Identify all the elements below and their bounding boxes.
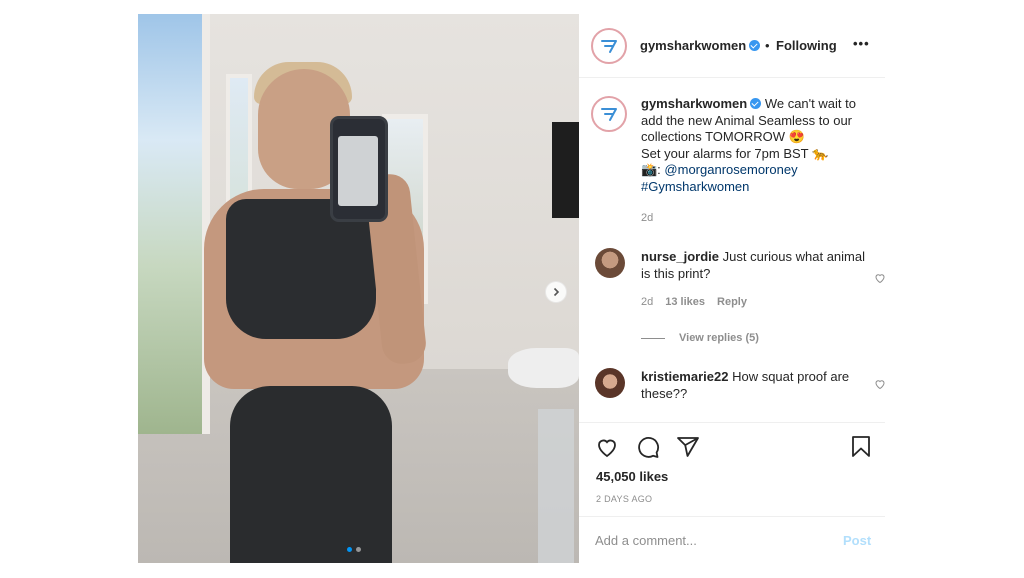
- carousel-dot-active: [347, 547, 352, 552]
- comment-meta: 2d 13 likes Reply: [641, 296, 747, 308]
- carousel-dot: [356, 547, 361, 552]
- caption-credit-prefix: 📸:: [641, 162, 665, 177]
- commenter-avatar[interactable]: [595, 248, 625, 278]
- photo-leggings: [230, 386, 392, 563]
- post-side-panel: gymsharkwomen • Following ••• gymsharkwo…: [579, 14, 885, 563]
- profile-username[interactable]: gymsharkwomen: [640, 38, 761, 53]
- commenter-avatar[interactable]: [595, 368, 625, 398]
- carousel-next-button[interactable]: [545, 281, 567, 303]
- photo-phone-case: [338, 136, 378, 206]
- heart-icon[interactable]: [595, 435, 619, 459]
- gymshark-logo-icon: [601, 40, 617, 53]
- caption-line-2: Set your alarms for 7pm BST 🐆: [641, 145, 829, 161]
- caption-mention-link[interactable]: @morganrosemoroney: [664, 162, 797, 177]
- comment-icon[interactable]: [636, 435, 660, 459]
- view-replies-line: [641, 337, 665, 339]
- following-button[interactable]: Following: [776, 38, 837, 53]
- chevron-right-icon: [553, 287, 560, 297]
- verified-icon: [750, 98, 762, 109]
- comment-text: kristiemarie22 How squat proof are these…: [641, 369, 867, 402]
- reply-button[interactable]: Reply: [717, 296, 747, 308]
- comment-text: nurse_jordie Just curious what animal is…: [641, 249, 867, 282]
- post-comment-button[interactable]: Post: [843, 533, 871, 548]
- gymshark-logo-icon: [601, 108, 617, 121]
- bookmark-icon[interactable]: [849, 435, 873, 459]
- post-header: gymsharkwomen • Following •••: [579, 14, 885, 78]
- heart-icon[interactable]: [874, 272, 886, 284]
- photo-window: [138, 14, 210, 434]
- caption-age[interactable]: 2d: [641, 212, 653, 224]
- post-photo[interactable]: [138, 14, 579, 563]
- verified-icon: [749, 40, 761, 51]
- likes-count[interactable]: 45,050 likes: [596, 469, 668, 484]
- caption-hashtag-link[interactable]: #Gymsharkwomen: [641, 179, 749, 194]
- caption-avatar[interactable]: [591, 96, 627, 132]
- caption-username[interactable]: gymsharkwomen: [641, 96, 747, 111]
- more-options-button[interactable]: •••: [853, 36, 870, 51]
- view-replies-button[interactable]: View replies (5): [641, 332, 759, 344]
- profile-avatar[interactable]: [591, 28, 627, 64]
- comment-username[interactable]: kristiemarie22: [641, 369, 728, 384]
- comment-likes[interactable]: 13 likes: [665, 296, 705, 308]
- photo-rug: [508, 348, 579, 388]
- view-replies-label: View replies (5): [679, 332, 759, 344]
- comment-input[interactable]: [595, 529, 825, 551]
- caption-meta: 2d: [641, 212, 653, 224]
- comment-age[interactable]: 2d: [641, 296, 653, 308]
- post-timestamp[interactable]: 2 DAYS AGO: [596, 494, 652, 504]
- photo-tv: [552, 122, 579, 218]
- add-comment-bar: Post: [579, 516, 885, 563]
- caption-text: gymsharkwomen We can't wait to add the n…: [641, 96, 867, 195]
- comment-username[interactable]: nurse_jordie: [641, 249, 719, 264]
- photo-chair: [538, 409, 574, 563]
- share-icon[interactable]: [676, 435, 700, 459]
- heart-icon[interactable]: [874, 378, 886, 390]
- carousel-indicator: [347, 547, 361, 552]
- header-separator: •: [765, 38, 770, 53]
